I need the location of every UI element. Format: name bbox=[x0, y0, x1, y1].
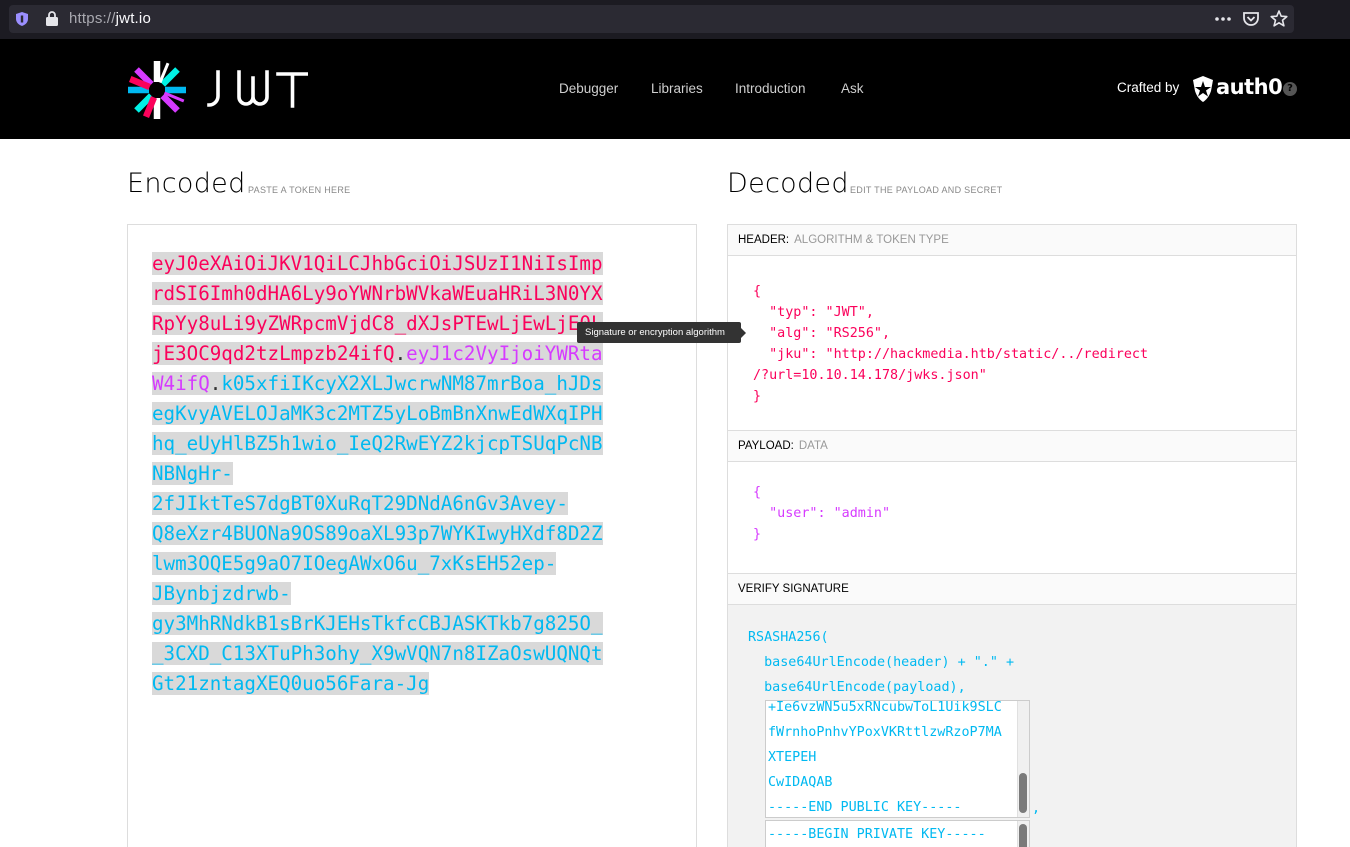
nav-introduction[interactable]: Introduction bbox=[735, 81, 806, 96]
auth0-shield-icon[interactable] bbox=[1191, 73, 1215, 105]
jwt-logo-icon[interactable] bbox=[127, 60, 187, 120]
token-segment-red: rdSI6Imh0dHA6Ly9oYWNrbWVkaWEuaHRiL3N0YX bbox=[152, 282, 603, 305]
token-line: NBNgHr- bbox=[152, 459, 622, 489]
payload-label: PAYLOAD: bbox=[738, 440, 794, 452]
token-line: lwm3OQE5g9aO7IOegAWxO6u_7xKsEH52ep- bbox=[152, 549, 622, 579]
token-segment-cyan: JBynbjzdrwb- bbox=[152, 582, 291, 605]
public-key-textarea[interactable]: +Ie6vzWN5u5xRNcubwToL1Uik9SLC fWrnhoPnhv… bbox=[765, 700, 1030, 818]
encoded-token-text[interactable]: eyJ0eXAiOiJKV1QiLCJhbGciOiJSUzI1NiIsImp r… bbox=[152, 249, 622, 699]
private-key-scrollbar[interactable] bbox=[1017, 821, 1029, 847]
decoded-title: Decoded bbox=[727, 168, 849, 199]
public-key-line: -----END PUBLIC KEY----- bbox=[768, 800, 962, 815]
token-line: eyJ0eXAiOiJKV1QiLCJhbGciOiJSUzI1NiIsImp bbox=[152, 249, 622, 279]
token-line: Gt21zntagXEQ0uo56Fara-Jg bbox=[152, 669, 622, 699]
token-line: _3CXD_C13XTuPh3ohy_X9wVQN7n8IZaOswUQNQt bbox=[152, 639, 622, 669]
public-key-line: CwIDAQAB bbox=[768, 775, 833, 790]
token-segment-purple: eyJ1c2VyIjoiYWRta bbox=[406, 342, 603, 365]
public-key-scroll-thumb[interactable] bbox=[1019, 773, 1027, 813]
verify-section-title: VERIFY SIGNATURE bbox=[728, 574, 1296, 605]
token-segment-dark: . bbox=[209, 372, 222, 395]
token-line: 2fJIktTeS7dgBT0XuRqT29DNdA6nGv3Avey- bbox=[152, 489, 622, 519]
crafted-by-label: Crafted by bbox=[1117, 80, 1180, 95]
private-key-textarea[interactable]: -----BEGIN PRIVATE KEY----- bbox=[765, 820, 1030, 847]
site-header: Debugger Libraries Introduction Ask Craf… bbox=[0, 39, 1350, 139]
token-segment-cyan: NBNgHr- bbox=[152, 462, 233, 485]
encoded-subtitle: PASTE A TOKEN HERE bbox=[248, 185, 351, 195]
token-segment-red: eyJ0eXAiOiJKV1QiLCJhbGciOiJSUzI1NiIsImp bbox=[152, 252, 603, 275]
public-key-comma: , bbox=[1032, 801, 1041, 816]
address-bar[interactable] bbox=[9, 5, 1294, 33]
token-line: gy3MhRNdkB1sBrKJEHsTkfcCBJASKTkb7g825O_ bbox=[152, 609, 622, 639]
browser-toolbar: https://jwt.io bbox=[0, 0, 1350, 39]
sig-line-2: base64UrlEncode(header) + "." + bbox=[748, 655, 1015, 670]
shield-icon[interactable] bbox=[16, 12, 28, 26]
nav-libraries[interactable]: Libraries bbox=[651, 81, 703, 96]
header-label: HEADER: bbox=[738, 234, 790, 246]
token-segment-purple: W4ifQ bbox=[152, 372, 210, 395]
token-segment-cyan: gy3MhRNdkB1sBrKJEHsTkfcCBJASKTkb7g825O_ bbox=[152, 612, 603, 635]
lock-icon[interactable] bbox=[46, 11, 58, 26]
star-icon[interactable] bbox=[1270, 9, 1288, 29]
public-key-line: fWrnhoPnhvYPoxVKRttlzwRzoP7MA bbox=[768, 725, 1002, 740]
token-line: W4ifQ.k05xfiIKcyX2XLJwcrwNM87mrBoa_hJDs bbox=[152, 369, 622, 399]
public-key-line: +Ie6vzWN5u5xRNcubwToL1Uik9SLC bbox=[768, 700, 1002, 715]
token-segment-cyan: _3CXD_C13XTuPh3ohy_X9wVQN7n8IZaOswUQNQt bbox=[152, 642, 603, 665]
payload-json[interactable]: { "user": "admin" } bbox=[753, 482, 890, 545]
pocket-icon[interactable] bbox=[1242, 9, 1260, 29]
token-segment-cyan: 2fJIktTeS7dgBT0XuRqT29DNdA6nGv3Avey- bbox=[152, 492, 568, 515]
header-json[interactable]: { "typ": "JWT", "alg": "RS256", "jku": "… bbox=[753, 281, 1148, 407]
header-description: ALGORITHM & TOKEN TYPE bbox=[794, 234, 949, 246]
header-section-title: HEADER: ALGORITHM & TOKEN TYPE bbox=[728, 225, 1296, 256]
token-segment-cyan: Gt21zntagXEQ0uo56Fara-Jg bbox=[152, 672, 430, 695]
token-segment-dark: . bbox=[394, 342, 407, 365]
token-line: JBynbjzdrwb- bbox=[152, 579, 622, 609]
token-line: RpYy8uLi9yZWRpcmVjdC8_dXJsPTEwLjEwLjE0L bbox=[152, 309, 622, 339]
token-segment-red: jE3OC9qd2tzLmpzb24ifQ bbox=[152, 342, 395, 365]
jwt-logo-text bbox=[207, 70, 308, 108]
private-key-scroll-thumb[interactable] bbox=[1019, 824, 1027, 847]
algorithm-tooltip: Signature or encryption algorithm bbox=[577, 322, 746, 343]
nav-ask[interactable]: Ask bbox=[841, 81, 864, 96]
private-key-line: -----BEGIN PRIVATE KEY----- bbox=[768, 827, 986, 842]
public-key-scrollbar[interactable] bbox=[1017, 701, 1029, 817]
token-segment-cyan: hq_eUyHlBZ5h1wio_IeQ2RwEYZ2kjcpTSUqPcNB bbox=[152, 432, 603, 455]
sig-line-1: RSASHA256( bbox=[748, 630, 829, 645]
auth0-logo-text[interactable]: auth0 bbox=[1216, 75, 1283, 99]
encoded-title: Encoded bbox=[127, 168, 246, 199]
token-line: Q8eXzr4BUONa9OS89oaXL93p7WYKIwyHXdf8D2Z bbox=[152, 519, 622, 549]
token-line: rdSI6Imh0dHA6Ly9oYWNrbWVkaWEuaHRiL3N0YX bbox=[152, 279, 622, 309]
token-line: hq_eUyHlBZ5h1wio_IeQ2RwEYZ2kjcpTSUqPcNB bbox=[152, 429, 622, 459]
token-segment-red: RpYy8uLi9yZWRpcmVjdC8_dXJsPTEwLjEwLjE0L bbox=[152, 312, 603, 335]
token-segment-cyan: lwm3OQE5g9aO7IOegAWxO6u_7xKsEH52ep- bbox=[152, 552, 557, 575]
token-segment-cyan: egKvyAVELOJaMK3c2MTZ5yLoBmBnXnwEdWXqIPH bbox=[152, 402, 603, 425]
token-line: egKvyAVELOJaMK3c2MTZ5yLoBmBnXnwEdWXqIPH bbox=[152, 399, 622, 429]
payload-description: DATA bbox=[798, 440, 828, 452]
token-segment-cyan: k05xfiIKcyX2XLJwcrwNM87mrBoa_hJDs bbox=[221, 372, 603, 395]
more-icon[interactable] bbox=[1214, 9, 1232, 29]
decoded-subtitle: EDIT THE PAYLOAD AND SECRET bbox=[850, 185, 1003, 195]
url-text[interactable]: https://jwt.io bbox=[69, 10, 151, 27]
token-line: jE3OC9qd2tzLmpzb24ifQ.eyJ1c2VyIjoiYWRta bbox=[152, 339, 622, 369]
help-icon[interactable]: ? bbox=[1283, 82, 1297, 96]
nav-debugger[interactable]: Debugger bbox=[559, 81, 618, 96]
public-key-line: XTEPEH bbox=[768, 750, 817, 765]
payload-section-title: PAYLOAD: DATA bbox=[728, 431, 1296, 462]
sig-line-3: base64UrlEncode(payload), bbox=[748, 680, 966, 695]
token-segment-cyan: Q8eXzr4BUONa9OS89oaXL93p7WYKIwyHXdf8D2Z bbox=[152, 522, 603, 545]
